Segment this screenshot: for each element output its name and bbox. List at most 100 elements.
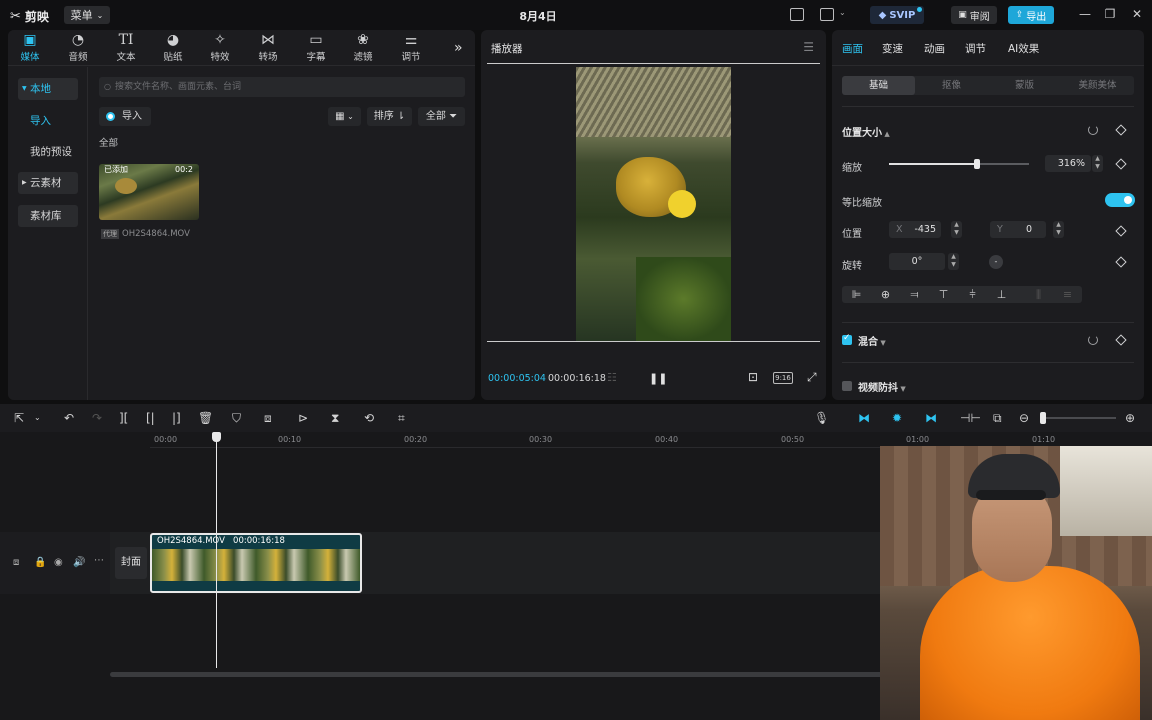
scale-stepper[interactable]: ▲ ▼ — [1092, 155, 1103, 172]
eye-icon[interactable]: ◉ — [54, 557, 63, 568]
delete-icon[interactable]: 🗑 — [198, 412, 213, 424]
hamburger-menu-icon[interactable]: ☰ — [803, 40, 814, 54]
timeline-scrollbar[interactable] — [110, 672, 890, 677]
zoom-slider[interactable] — [1040, 412, 1116, 424]
zoom-out-icon[interactable]: ⊖ — [1019, 412, 1029, 424]
align-top-icon[interactable]: ⊤ — [929, 286, 958, 303]
subtab-mask[interactable]: 蒙版 — [988, 76, 1061, 95]
blend-title[interactable]: 混合 ▼ — [858, 333, 886, 348]
split-right-icon[interactable]: |] — [172, 412, 181, 424]
tab-transition[interactable]: ⋈ 转场 — [246, 32, 290, 64]
undo-icon[interactable]: ↶ — [64, 412, 74, 424]
crop-icon[interactable]: ⌗ — [398, 412, 405, 424]
position-y-field[interactable]: Y 0 — [990, 221, 1046, 238]
preview-axis-icon[interactable]: ⊣⊢ — [960, 412, 981, 424]
tab-ai-effects[interactable]: AI效果 — [1008, 41, 1039, 56]
reset-icon[interactable] — [1088, 335, 1098, 345]
microphone-icon[interactable]: 🎙 — [814, 412, 829, 424]
distribute-h-icon[interactable]: ⫼ — [1024, 286, 1053, 303]
lock-icon[interactable]: 🔒 — [34, 557, 46, 568]
video-clip[interactable]: OH2S4864.MOV 00:00:16:18 — [150, 533, 362, 593]
reverse-icon[interactable]: ⊳ — [298, 412, 308, 424]
sidebar-item-presets[interactable]: 我的预设 — [18, 141, 78, 163]
layout-icon[interactable] — [820, 8, 834, 21]
tab-speed[interactable]: 变速 — [882, 41, 903, 56]
align-bottom-icon[interactable]: ⊥ — [987, 286, 1016, 303]
chevron-down-icon[interactable]: ⌄ — [34, 412, 41, 424]
export-button[interactable]: ⇪ 导出 — [1008, 6, 1054, 24]
minimize-icon[interactable]: — — [1078, 7, 1092, 21]
chevron-down-icon[interactable]: ⌄ — [839, 8, 846, 17]
align-right-icon[interactable]: ⫤ — [900, 286, 929, 303]
tab-sticker[interactable]: ◕ 贴纸 — [151, 32, 195, 64]
volume-icon[interactable]: 🔊 — [73, 557, 85, 568]
review-button[interactable]: ▣ 审阅 — [951, 6, 997, 24]
sidebar-item-local[interactable]: ▼ 本地 — [18, 78, 78, 100]
tab-adjust[interactable]: ⚌ 调节 — [389, 32, 433, 64]
align-center-v-icon[interactable]: ⫩ — [958, 286, 987, 303]
view-mode-button[interactable]: ▦ ⌄ — [328, 107, 361, 126]
split-left-icon[interactable]: [| — [146, 412, 155, 424]
linkage-icon[interactable]: ⧓ — [925, 412, 937, 424]
blend-checkbox[interactable]: ✓ — [842, 333, 852, 345]
stabilize-title[interactable]: 视频防抖 ▼ — [858, 379, 906, 394]
more-icon[interactable]: ⋯ — [94, 555, 104, 566]
zoom-in-icon[interactable]: ⊕ — [1125, 412, 1135, 424]
mark-icon[interactable]: ⛉ — [232, 412, 241, 424]
stabilize-checkbox[interactable] — [842, 381, 852, 391]
mirror-icon[interactable]: ⧗ — [331, 412, 339, 424]
reset-icon[interactable] — [1088, 125, 1098, 135]
menu-button[interactable]: 菜单 ⌄ — [64, 6, 110, 24]
zoom-slider-handle[interactable] — [1040, 412, 1046, 424]
position-size-title[interactable]: 位置大小 ▲ — [842, 124, 890, 139]
keyframe-diamond-icon[interactable] — [1115, 124, 1127, 136]
rotation-field[interactable]: 0° — [889, 253, 945, 270]
align-center-h-icon[interactable]: ⊕ — [871, 286, 900, 303]
sidebar-item-library[interactable]: 素材库 — [18, 205, 78, 227]
fullscreen-icon[interactable]: ⤢ — [807, 370, 817, 385]
aspect-ratio-button[interactable]: 9:16 — [773, 372, 793, 384]
scale-value[interactable]: 316% — [1045, 155, 1091, 172]
keyframe-diamond-icon[interactable] — [1115, 158, 1127, 170]
media-thumbnail[interactable]: 已添加 00:2 — [99, 164, 199, 220]
tab-subtitle[interactable]: ▭ 字幕 — [294, 32, 338, 64]
close-icon[interactable]: ✕ — [1130, 7, 1144, 21]
align-left-icon[interactable]: ⊫ — [842, 286, 871, 303]
main-track-magnet-icon[interactable]: ⧓ — [858, 412, 870, 424]
tab-adjustment[interactable]: 调节 — [965, 41, 986, 56]
keyframe-diamond-icon[interactable] — [1115, 225, 1127, 237]
keyframe-diamond-icon[interactable] — [1115, 256, 1127, 268]
select-cursor-icon[interactable]: ⇱ — [14, 412, 24, 424]
filter-button[interactable]: 全部 ⏷ — [418, 107, 465, 126]
search-input[interactable]: ○ 搜索文件名称、画面元素、台词 — [99, 77, 465, 97]
tab-effect[interactable]: ✧ 特效 — [198, 32, 242, 64]
split-icon[interactable]: ][ — [119, 412, 128, 424]
freeze-icon[interactable]: ⧈ — [264, 412, 272, 424]
position-y-stepper[interactable]: ▲ ▼ — [1053, 221, 1064, 238]
more-tabs-icon[interactable]: » — [454, 40, 463, 56]
position-x-stepper[interactable]: ▲ ▼ — [951, 221, 962, 238]
uniform-scale-toggle[interactable] — [1105, 193, 1135, 207]
sort-button[interactable]: 排序 ⇂ — [367, 107, 412, 126]
redo-icon[interactable]: ↷ — [92, 412, 102, 424]
rotate-icon[interactable]: ⟲ — [364, 412, 374, 424]
subtab-basic[interactable]: 基础 — [842, 76, 915, 95]
subtab-cutout[interactable]: 抠像 — [915, 76, 988, 95]
sidebar-item-import[interactable]: 导入 — [18, 110, 78, 132]
rotation-dial-icon[interactable]: - — [989, 255, 1003, 269]
auto-snap-icon[interactable]: ✹ — [892, 412, 902, 424]
tab-filter[interactable]: ❀ 滤镜 — [341, 32, 385, 64]
shortcut-icon[interactable] — [790, 8, 804, 21]
track-toggle-icon[interactable]: ⧈ — [13, 557, 19, 568]
sidebar-item-cloud[interactable]: ▶ 云素材 — [18, 172, 78, 194]
tab-animation[interactable]: 动画 — [924, 41, 945, 56]
scale-slider-handle[interactable] — [974, 159, 981, 169]
tab-text[interactable]: TI 文本 — [104, 32, 148, 64]
playhead[interactable] — [216, 438, 217, 668]
tab-picture[interactable]: 画面 — [842, 41, 863, 56]
ai-cut-icon[interactable]: ⧉ — [993, 412, 1002, 424]
scale-slider[interactable] — [889, 159, 1029, 169]
svip-button[interactable]: ◆ SVIP — [870, 6, 924, 24]
pause-icon[interactable]: ❚❚ — [649, 372, 667, 385]
subtab-beauty[interactable]: 美颜美体 — [1061, 76, 1134, 95]
